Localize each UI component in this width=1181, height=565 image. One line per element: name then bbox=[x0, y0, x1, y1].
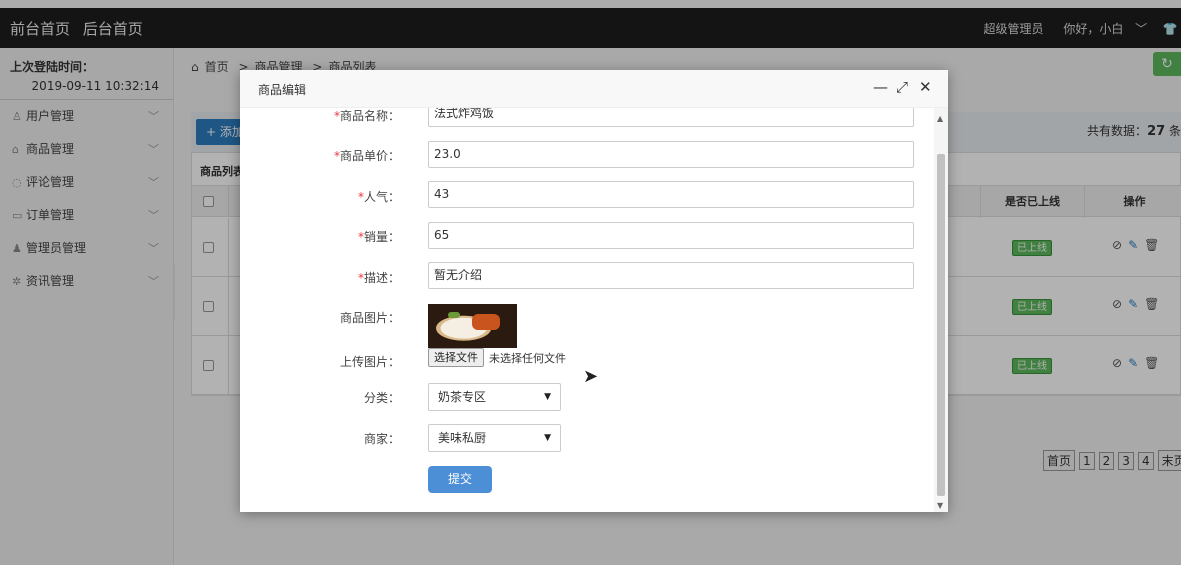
garnish-shape bbox=[448, 312, 460, 318]
merchant-label: 商家： bbox=[363, 432, 400, 446]
scroll-thumb[interactable] bbox=[937, 154, 945, 496]
chicken-shape bbox=[472, 314, 500, 330]
unit-price-label: *商品单价： bbox=[240, 147, 400, 164]
submit-button[interactable]: 提交 bbox=[428, 466, 492, 493]
no-file-text: 未选择任何文件 bbox=[489, 352, 566, 365]
dialog-scrollbar[interactable]: ▲ ▼ bbox=[934, 108, 948, 512]
close-icon[interactable]: ✕ bbox=[919, 78, 932, 96]
product-name-label: *商品名称： bbox=[240, 108, 400, 124]
merchant-value: 美味私厨 bbox=[438, 431, 487, 445]
dialog-header: 商品编辑 — ⤢ ✕ bbox=[240, 70, 948, 108]
label-text: 商品名称： bbox=[339, 109, 400, 123]
minimize-icon[interactable]: — bbox=[873, 78, 888, 96]
upload-image-label: 上传图片： bbox=[339, 355, 400, 369]
label-text: 描述： bbox=[363, 271, 400, 285]
popularity-label: *人气： bbox=[240, 188, 400, 205]
label-text: 销量： bbox=[363, 230, 400, 244]
description-input[interactable]: 暂无介绍 bbox=[428, 262, 914, 289]
choose-file-button[interactable]: 选择文件 bbox=[428, 348, 484, 367]
unit-price-input[interactable]: 23.0 bbox=[428, 141, 914, 168]
sales-input[interactable]: 65 bbox=[428, 222, 914, 249]
product-image-label: 商品图片： bbox=[339, 311, 400, 325]
scroll-down-arrow-icon[interactable]: ▼ bbox=[937, 501, 943, 510]
scroll-up-arrow-icon[interactable]: ▲ bbox=[937, 114, 943, 123]
product-image-preview bbox=[428, 304, 517, 348]
maximize-icon[interactable]: ⤢ bbox=[896, 78, 908, 96]
caret-down-icon: ▼ bbox=[544, 392, 551, 402]
product-name-input[interactable]: 法式炸鸡饭 bbox=[428, 108, 914, 127]
category-value: 奶茶专区 bbox=[438, 390, 487, 404]
dialog-body: *商品名称： 法式炸鸡饭 *商品单价： 23.0 *人气： 43 *销量： 65… bbox=[240, 108, 932, 512]
dialog-title: 商品编辑 bbox=[258, 83, 307, 97]
description-label: *描述： bbox=[240, 269, 400, 286]
label-text: 人气： bbox=[363, 190, 400, 204]
category-label: 分类： bbox=[363, 391, 400, 405]
popularity-input[interactable]: 43 bbox=[428, 181, 914, 208]
category-select[interactable]: 奶茶专区 ▼ bbox=[428, 383, 561, 411]
sales-label: *销量： bbox=[240, 228, 400, 245]
mouse-pointer-icon: ➤ bbox=[583, 366, 599, 387]
product-edit-dialog: 商品编辑 — ⤢ ✕ *商品名称： 法式炸鸡饭 *商品单价： 23.0 *人气：… bbox=[240, 70, 948, 512]
merchant-select[interactable]: 美味私厨 ▼ bbox=[428, 424, 561, 452]
label-text: 商品单价： bbox=[339, 149, 400, 163]
caret-down-icon: ▼ bbox=[544, 433, 551, 443]
